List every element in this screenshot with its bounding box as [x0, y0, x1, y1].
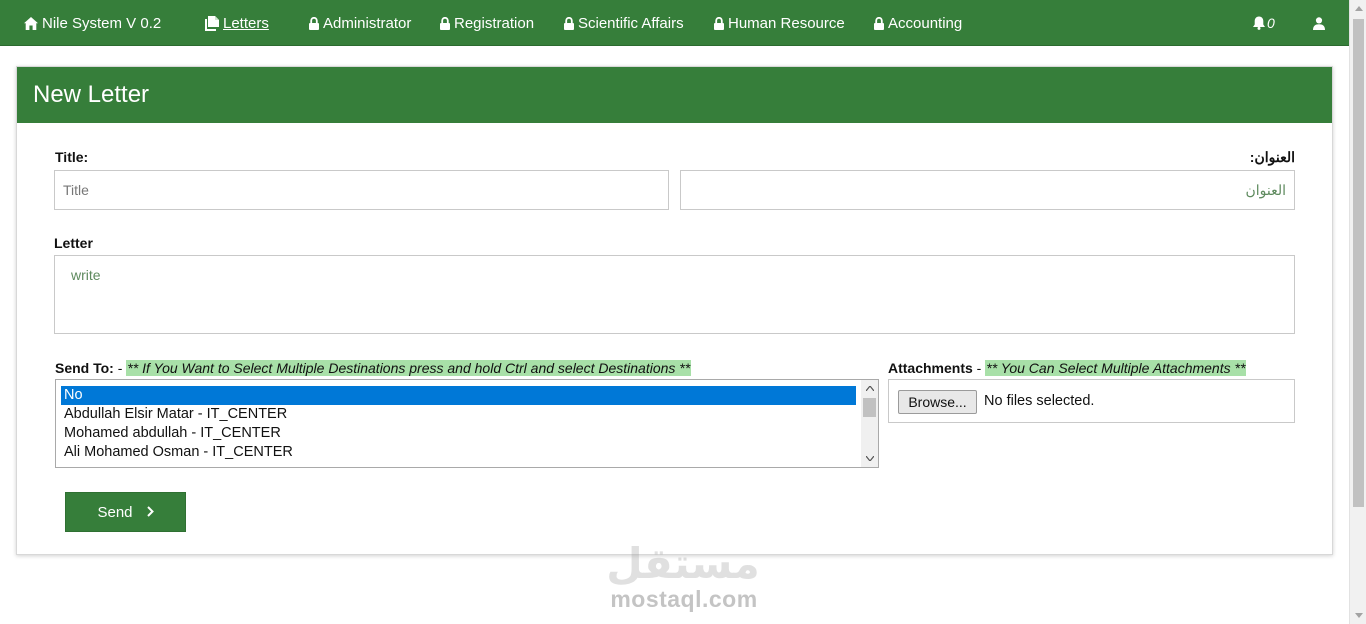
scroll-up-icon[interactable] — [1350, 0, 1366, 17]
title-field — [54, 170, 669, 210]
no-files-text: No files selected. — [984, 393, 1095, 409]
home-icon — [24, 16, 38, 30]
send-to-dash: - — [113, 360, 127, 376]
nav-item-label: Scientific Affairs — [578, 14, 684, 32]
nav-item-administrator[interactable]: Administrator — [309, 0, 411, 46]
scroll-down-icon[interactable] — [1350, 607, 1366, 624]
nav-item-accounting[interactable]: Accounting — [874, 0, 962, 46]
listbox-scrollbar[interactable] — [861, 380, 878, 467]
attachments-label-row: Attachments - ** You Can Select Multiple… — [888, 360, 1247, 376]
document-icon — [205, 15, 219, 31]
user-icon — [1313, 16, 1325, 30]
nav-item-label: Letters — [223, 14, 269, 32]
lock-icon — [440, 16, 450, 30]
bell-icon — [1252, 16, 1266, 30]
send-to-label: Send To: — [55, 360, 114, 376]
destinations-listbox[interactable]: No Abdullah Elsir Matar - IT_CENTER Moha… — [55, 379, 879, 468]
lock-icon — [714, 16, 724, 30]
attachments-field: Browse... No files selected. — [888, 379, 1295, 423]
notification-count: 0 — [1267, 15, 1275, 31]
destination-option[interactable]: Ali Mohamed Osman - IT_CENTER — [61, 443, 856, 462]
title-label: Title: — [55, 149, 89, 165]
nav-item-label: Accounting — [888, 14, 963, 32]
lock-icon — [874, 16, 884, 30]
listbox-scrollbar-thumb[interactable] — [863, 398, 876, 417]
new-letter-panel: New Letter Title: العنوان: Letter Send T… — [16, 66, 1333, 555]
lock-icon — [309, 16, 319, 30]
send-button[interactable]: Send — [65, 492, 186, 532]
notifications-button[interactable]: 0 — [1252, 0, 1275, 46]
letter-label: Letter — [54, 235, 93, 251]
letter-field — [54, 255, 1295, 334]
svg-text:مستقل: مستقل — [606, 539, 760, 586]
send-to-hint: ** If You Want to Select Multiple Destin… — [126, 360, 692, 376]
destination-option[interactable]: No — [61, 386, 856, 405]
arabic-title-input[interactable] — [681, 171, 1294, 209]
watermark-url: mostaql.com — [610, 586, 758, 612]
page-title: New Letter — [33, 81, 150, 108]
watermark-logo: مستقل — [600, 538, 766, 588]
brand-link[interactable]: Nile System V 0.2 — [24, 0, 161, 46]
browse-button[interactable]: Browse... — [898, 390, 977, 414]
letter-textarea[interactable] — [55, 256, 1294, 333]
attachments-hint: ** You Can Select Multiple Attachments *… — [985, 360, 1247, 376]
scrollbar-thumb[interactable] — [1353, 19, 1364, 507]
destination-option[interactable]: Abdullah Elsir Matar - IT_CENTER — [61, 405, 856, 424]
arabic-title-field — [680, 170, 1295, 210]
nav-item-label: Administrator — [323, 14, 412, 32]
page-scrollbar[interactable] — [1349, 0, 1366, 624]
listbox-scroll-down-icon[interactable] — [861, 450, 878, 467]
send-button-label: Send — [97, 503, 133, 521]
attachments-label: Attachments — [888, 360, 973, 376]
attachments-dash: - — [972, 360, 986, 376]
nav-item-label: Human Resource — [728, 14, 845, 32]
arabic-title-label: العنوان: — [1249, 149, 1295, 165]
nav-item-letters[interactable]: Letters — [205, 0, 269, 46]
lock-icon — [564, 16, 574, 30]
nav-item-scientific-affairs[interactable]: Scientific Affairs — [564, 0, 684, 46]
nav-item-registration[interactable]: Registration — [440, 0, 534, 46]
title-input[interactable] — [55, 171, 668, 209]
brand-label: Nile System V 0.2 — [42, 14, 162, 32]
listbox-scroll-up-icon[interactable] — [861, 380, 878, 397]
send-to-label-row: Send To: - ** If You Want to Select Mult… — [55, 360, 692, 376]
nav-item-human-resource[interactable]: Human Resource — [714, 0, 845, 46]
nav-item-label: Registration — [454, 14, 535, 32]
chevron-right-icon — [146, 504, 154, 521]
user-menu-button[interactable] — [1313, 0, 1329, 46]
panel-heading: New Letter — [17, 67, 1332, 123]
top-navbar: Nile System V 0.2 Letters Administrator … — [0, 0, 1349, 46]
destination-option[interactable]: Mohamed abdullah - IT_CENTER — [61, 424, 856, 443]
